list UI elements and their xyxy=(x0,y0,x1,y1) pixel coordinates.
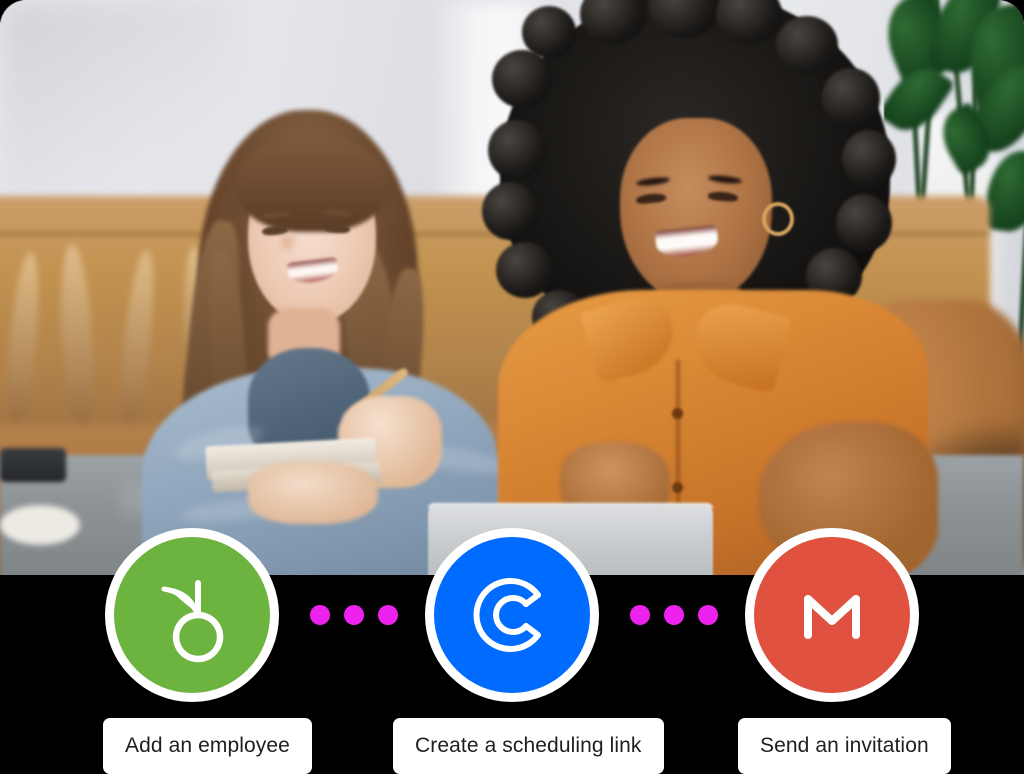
node-calendly[interactable] xyxy=(425,528,599,702)
node-gmail[interactable] xyxy=(745,528,919,702)
connector-dot xyxy=(310,605,330,625)
gmail-logo-icon xyxy=(754,537,910,693)
table-object xyxy=(0,448,66,482)
connector-dot xyxy=(344,605,364,625)
hero-photo xyxy=(0,0,1024,575)
earring xyxy=(762,202,794,236)
node-label-row: Add an employee Create a scheduling link… xyxy=(0,718,1024,774)
bamboohr-logo-icon xyxy=(114,537,270,693)
node-bamboohr[interactable] xyxy=(105,528,279,702)
label-send-an-invitation[interactable]: Send an invitation xyxy=(738,718,951,774)
connector-dot xyxy=(664,605,684,625)
label-create-a-scheduling-link[interactable]: Create a scheduling link xyxy=(393,718,664,774)
connector-dot xyxy=(698,605,718,625)
connector-dots-1 xyxy=(310,605,398,625)
person-right xyxy=(470,0,940,575)
hand-left xyxy=(248,462,378,524)
label-add-an-employee[interactable]: Add an employee xyxy=(103,718,312,774)
integration-node-row xyxy=(0,528,1024,708)
calendly-logo-icon xyxy=(434,537,590,693)
connector-dot xyxy=(378,605,398,625)
integration-flow-graphic: Add an employee Create a scheduling link… xyxy=(0,0,1024,774)
connector-dots-2 xyxy=(630,605,718,625)
connector-dot xyxy=(630,605,650,625)
